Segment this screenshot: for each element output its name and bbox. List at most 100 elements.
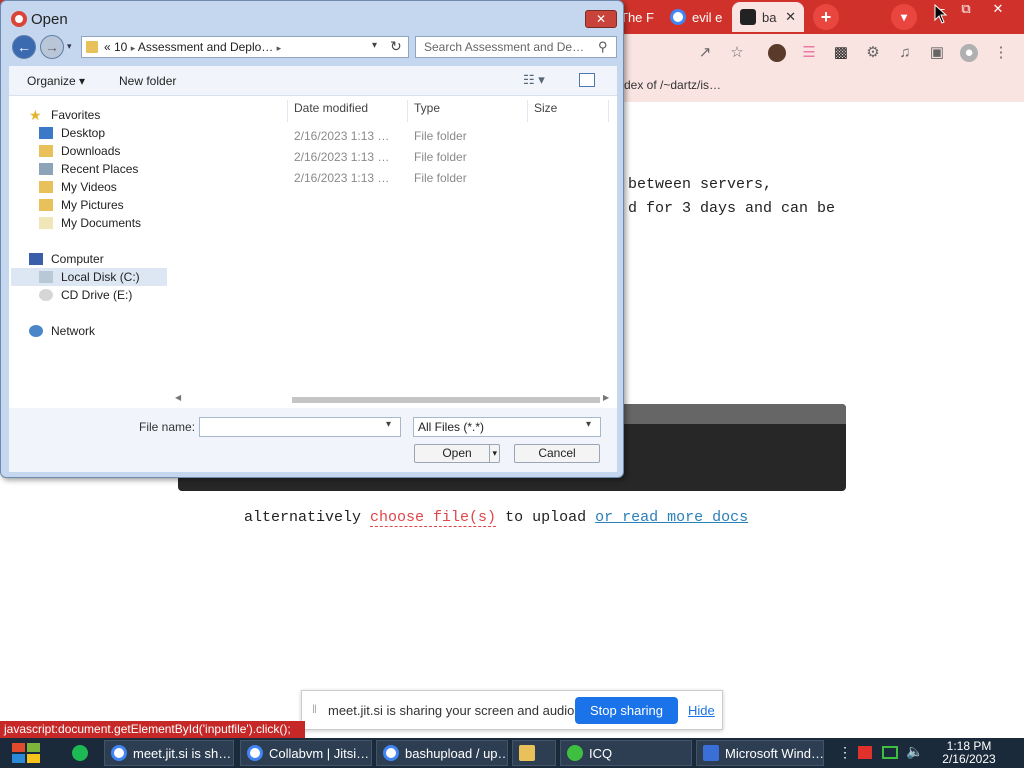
nav-desktop[interactable]: Desktop xyxy=(39,124,105,141)
tab-search-button[interactable]: ▾ xyxy=(891,4,917,30)
nav-recent-places[interactable]: Recent Places xyxy=(39,160,138,177)
file-row-type[interactable]: File folder xyxy=(414,150,467,164)
hide-link[interactable]: Hide xyxy=(688,703,715,718)
open-button[interactable]: Open ▾ xyxy=(414,444,500,463)
file-row-type[interactable]: File folder xyxy=(414,129,467,143)
view-options-icon[interactable]: ☷ ▾ xyxy=(523,72,545,88)
extension-icon[interactable]: ▩ xyxy=(832,44,850,62)
spotify-icon[interactable] xyxy=(72,745,88,761)
tab-close-icon[interactable]: ✕ xyxy=(785,9,796,25)
nav-computer[interactable]: Computer xyxy=(29,250,104,267)
chevron-down-icon: ▾ xyxy=(900,10,908,24)
address-bar[interactable]: « 10 ▸ Assessment and Deplo… ▸ ▾ ↻ xyxy=(81,36,409,58)
file-type-value: All Files (*.*) xyxy=(418,420,485,434)
file-type-select[interactable]: All Files (*.*) ▾ xyxy=(413,417,601,437)
taskbar-item-icq[interactable]: ICQ xyxy=(560,740,692,766)
windows-logo-part xyxy=(12,754,25,763)
drag-handle-icon[interactable]: ‖ xyxy=(312,702,317,716)
share-icon[interactable]: ↗ xyxy=(696,44,714,62)
nav-label: Downloads xyxy=(61,143,121,158)
windows-logo-part xyxy=(27,743,40,752)
address-dropdown-icon[interactable]: ▾ xyxy=(372,40,377,51)
address-path: « 10 ▸ Assessment and Deplo… ▸ xyxy=(104,40,281,54)
choose-files-link[interactable]: choose file(s) xyxy=(370,509,497,527)
clock-date: 2/16/2023 xyxy=(942,752,996,766)
task-label: bashupload / up… xyxy=(405,745,508,761)
scroll-right-icon[interactable]: ▶ xyxy=(603,393,609,402)
open-button-label: Open xyxy=(442,446,472,460)
tab-label: ba xyxy=(762,9,777,25)
taskbar-item-meet[interactable]: meet.jit.si is sh… xyxy=(104,740,234,766)
dialog-close-button[interactable]: ✕ xyxy=(585,10,617,28)
nav-downloads[interactable]: Downloads xyxy=(39,142,120,159)
nav-favorites[interactable]: ★ Favorites xyxy=(29,106,100,123)
taskbar-item-collabvm[interactable]: Collabvm | Jitsi… xyxy=(240,740,372,766)
recent-locations-dropdown[interactable]: ▾ xyxy=(67,41,72,52)
column-size[interactable]: Size xyxy=(527,100,609,122)
nav-local-disk[interactable]: Local Disk (C:) xyxy=(39,268,140,285)
puzzle-icon[interactable]: ⚙ xyxy=(864,44,882,62)
nav-my-documents[interactable]: My Documents xyxy=(39,214,141,231)
file-row-date[interactable]: 2/16/2023 1:13 … xyxy=(294,150,389,164)
path-folder[interactable]: Assessment and Deplo… xyxy=(138,40,273,54)
chevron-down-icon[interactable]: ▾ xyxy=(386,419,391,430)
new-folder-button[interactable]: New folder xyxy=(119,74,176,88)
taskbar-item-bashupload[interactable]: bashupload / up… xyxy=(376,740,508,766)
file-name-input[interactable]: ▾ xyxy=(199,417,401,437)
preview-pane-icon[interactable] xyxy=(579,73,595,87)
windows-taskbar: meet.jit.si is sh… Collabvm | Jitsi… bas… xyxy=(0,738,1024,768)
restore-button[interactable]: ⧉ xyxy=(950,0,982,18)
stop-sharing-button[interactable]: Stop sharing xyxy=(575,697,678,724)
nav-my-pictures[interactable]: My Pictures xyxy=(39,196,124,213)
nav-my-videos[interactable]: My Videos xyxy=(39,178,117,195)
page-text-line-2: d for 3 days and can be xyxy=(628,200,836,217)
network-status-icon[interactable] xyxy=(882,746,898,759)
extension-flag-icon[interactable]: ☰ xyxy=(800,44,818,62)
alt-mid: to upload xyxy=(496,509,596,526)
flag-icon[interactable] xyxy=(858,746,872,759)
start-button[interactable] xyxy=(8,740,44,766)
read-docs-link[interactable]: or read more docs xyxy=(595,509,748,526)
open-dropdown-icon[interactable]: ▾ xyxy=(489,445,497,462)
search-box[interactable]: Search Assessment and De… ⚲ xyxy=(415,36,617,58)
bookmark-star-icon[interactable]: ☆ xyxy=(728,44,746,62)
cd-drive-icon xyxy=(39,288,53,301)
file-row-date[interactable]: 2/16/2023 1:13 … xyxy=(294,171,389,185)
media-icon[interactable]: ♫ xyxy=(896,44,914,62)
back-button[interactable]: ← xyxy=(12,35,36,59)
search-input[interactable]: Search Assessment and De… xyxy=(424,40,584,54)
file-row-date[interactable]: 2/16/2023 1:13 … xyxy=(294,129,389,143)
network-icon xyxy=(29,324,43,337)
tab-bashupload[interactable]: ba ✕ xyxy=(732,2,804,32)
scroll-left-icon[interactable]: ◀ xyxy=(175,393,181,402)
overflow-icon[interactable]: ⋮ xyxy=(838,744,852,761)
task-label: meet.jit.si is sh… xyxy=(133,745,232,761)
tab-evil[interactable]: evil e xyxy=(662,2,730,32)
taskbar-clock[interactable]: 1:18 PM 2/16/2023 xyxy=(936,740,1002,766)
path-prefix[interactable]: « 10 xyxy=(104,40,127,54)
sidepanel-icon[interactable]: ▣ xyxy=(928,44,946,62)
horizontal-scrollbar[interactable]: ◀ ▶ xyxy=(175,393,609,404)
nav-label: Recent Places xyxy=(61,161,139,176)
nav-cd-drive[interactable]: CD Drive (E:) xyxy=(39,286,132,303)
organize-button[interactable]: Organize ▾ xyxy=(27,74,85,88)
taskbar-item-windows[interactable]: Microsoft Wind… xyxy=(696,740,824,766)
nav-network[interactable]: Network xyxy=(29,322,95,339)
new-tab-button[interactable]: + xyxy=(813,4,839,30)
bookmark-item[interactable]: dex of /~dartz/is… xyxy=(624,78,721,92)
volume-icon[interactable]: 🔈 xyxy=(906,743,923,760)
profile-avatar-icon[interactable] xyxy=(768,44,786,62)
refresh-icon[interactable]: ↻ xyxy=(390,38,402,55)
search-icon[interactable]: ⚲ xyxy=(598,39,608,55)
taskbar-item-explorer[interactable] xyxy=(512,740,556,766)
column-date-modified[interactable]: Date modified xyxy=(287,100,407,122)
forward-button[interactable]: → xyxy=(40,35,64,59)
window-close-button[interactable]: ✕ xyxy=(982,0,1014,18)
path-separator-icon: ▸ xyxy=(130,43,136,53)
menu-icon[interactable]: ⋮ xyxy=(992,44,1010,62)
cancel-button[interactable]: Cancel xyxy=(514,444,600,463)
account-icon[interactable]: ● xyxy=(960,44,978,62)
column-type[interactable]: Type xyxy=(407,100,527,122)
file-row-type[interactable]: File folder xyxy=(414,171,467,185)
scrollbar-thumb[interactable] xyxy=(292,397,600,403)
